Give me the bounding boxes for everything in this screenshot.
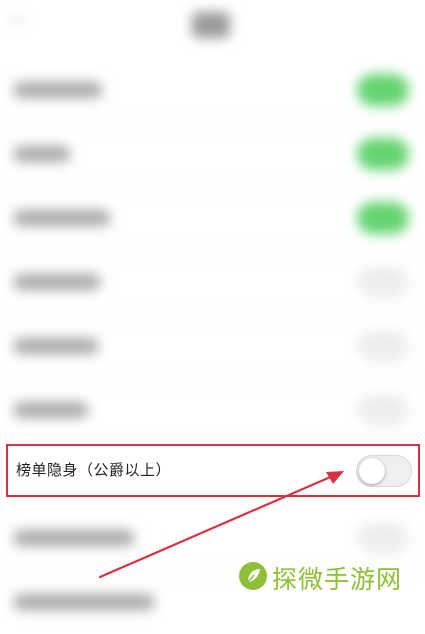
settings-row-3: [0, 186, 425, 251]
blurred-settings-background: [0, 0, 425, 610]
settings-row-label: [14, 402, 88, 418]
page-title: [192, 12, 230, 38]
watermark-text: 探微手游网: [272, 565, 403, 594]
settings-toggle[interactable]: [357, 330, 409, 362]
settings-row-label: [14, 338, 98, 354]
settings-row-5: [0, 314, 425, 379]
settings-toggle[interactable]: [357, 74, 409, 106]
settings-toggle[interactable]: [357, 138, 409, 170]
settings-row-4: [0, 250, 425, 315]
settings-toggle[interactable]: [357, 202, 409, 234]
ranking-invisible-label: 榜单隐身（公爵以上）: [16, 461, 172, 479]
settings-row-label: [14, 274, 100, 290]
settings-toggle[interactable]: [357, 522, 409, 554]
settings-row-label: [14, 82, 102, 98]
highlighted-setting-row[interactable]: 榜单隐身（公爵以上）: [6, 444, 420, 497]
settings-row-6: [0, 378, 425, 443]
settings-row-1: [0, 58, 425, 123]
toggle-knob: [359, 458, 385, 484]
settings-toggle[interactable]: [357, 266, 409, 298]
settings-row-label: [14, 530, 134, 546]
settings-toggle[interactable]: [357, 394, 409, 426]
settings-row-label: [14, 210, 110, 226]
watermark-logo-icon: [239, 562, 267, 590]
ranking-invisible-toggle[interactable]: [356, 455, 412, 487]
back-icon[interactable]: [10, 18, 26, 21]
top-nav-bar: [0, 0, 425, 52]
settings-row-2: [0, 122, 425, 187]
settings-row-label: [14, 594, 154, 610]
settings-row-label: [14, 146, 70, 162]
